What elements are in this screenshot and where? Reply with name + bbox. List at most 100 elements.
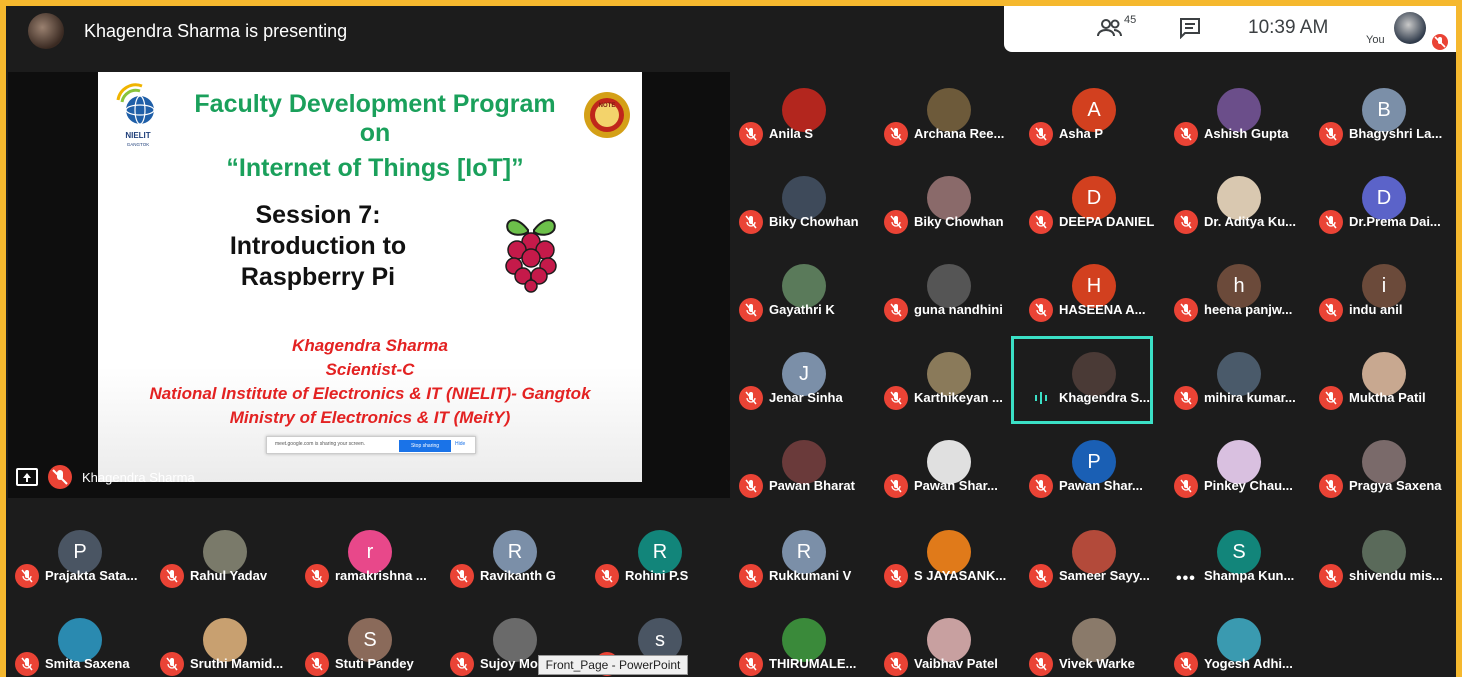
participant-tile[interactable]: Gayathri K — [739, 258, 879, 344]
participant-tile[interactable]: D DEEPA DANIEL — [1029, 170, 1169, 256]
slide-title-line2: on — [359, 119, 391, 147]
author-name: Khagendra Sharma — [292, 336, 448, 355]
participant-name: Dr.Prema Dai... — [1349, 214, 1441, 229]
participant-tile[interactable]: Muktha Patil — [1319, 346, 1456, 432]
mic-off-icon — [160, 564, 184, 588]
participant-tile[interactable]: Anila S — [739, 82, 879, 168]
hide-share-notice-button[interactable]: Hide — [455, 441, 465, 447]
participant-tile[interactable]: Archana Ree... — [884, 82, 1024, 168]
note-logo: NOTE — [582, 88, 632, 142]
participant-tile[interactable]: Sameer Sayy... — [1029, 524, 1169, 610]
participant-name: S JAYASANK... — [914, 568, 1007, 583]
participant-tile[interactable]: R Rukkumani V — [739, 524, 879, 610]
mic-off-icon — [739, 564, 763, 588]
participant-tile[interactable]: B Bhagyshri La... — [1319, 82, 1456, 168]
participant-name: heena panjw... — [1204, 302, 1293, 317]
mic-off-icon — [884, 652, 908, 676]
participant-name: indu anil — [1349, 302, 1403, 317]
you-label: You — [1366, 34, 1385, 46]
participant-tile[interactable]: Vivek Warke — [1029, 612, 1169, 677]
participant-tile[interactable]: shivendu mis... — [1319, 524, 1456, 610]
participant-tile[interactable]: Pinkey Chau... — [1174, 434, 1314, 520]
mic-off-icon — [1319, 298, 1343, 322]
participant-tile[interactable]: h heena panjw... — [1174, 258, 1314, 344]
participant-tile[interactable]: Smita Saxena — [15, 612, 155, 677]
participant-tile[interactable]: R Ravikanth G — [450, 524, 590, 610]
participant-tile[interactable]: guna nandhini — [884, 258, 1024, 344]
raspberry-pi-logo — [498, 210, 564, 294]
participant-name: guna nandhini — [914, 302, 1003, 317]
participant-tile[interactable]: J Jenar Sinha — [739, 346, 879, 432]
mic-off-icon — [1174, 652, 1198, 676]
mic-off-icon — [884, 474, 908, 498]
participant-tile[interactable]: Ashish Gupta — [1174, 82, 1314, 168]
participant-tile[interactable]: Vaibhav Patel — [884, 612, 1024, 677]
participant-name: Pawan Shar... — [1059, 478, 1143, 493]
participant-tile[interactable]: r ramakrishna ... — [305, 524, 445, 610]
mic-off-icon — [1174, 474, 1198, 498]
participant-tile[interactable]: Sruthi Mamid... — [160, 612, 300, 677]
chat-icon[interactable] — [1178, 17, 1202, 40]
participant-name: Biky Chowhan — [769, 214, 859, 229]
top-right-panel: 45 10:39 AM You — [1004, 6, 1456, 52]
participant-tile[interactable]: mihira kumar... — [1174, 346, 1314, 432]
participant-tile[interactable]: P Prajakta Sata... — [15, 524, 155, 610]
participant-name: Pawan Shar... — [914, 478, 998, 493]
participant-tile[interactable]: Karthikeyan ... — [884, 346, 1024, 432]
mic-off-icon — [1319, 386, 1343, 410]
participant-tile[interactable]: Pawan Bharat — [739, 434, 879, 520]
presenter-mic-off-icon — [48, 465, 72, 489]
mic-off-icon — [1029, 122, 1053, 146]
clock: 10:39 AM — [1248, 17, 1329, 38]
more-options-icon[interactable]: ••• — [1176, 570, 1196, 588]
mic-off-icon — [1029, 564, 1053, 588]
participant-tile[interactable]: S ••• Shampa Kun... — [1174, 524, 1314, 610]
participant-tile[interactable]: Pragya Saxena — [1319, 434, 1456, 520]
present-screen-icon — [16, 468, 38, 486]
participant-tile[interactable]: A Asha P — [1029, 82, 1169, 168]
participant-name: Pragya Saxena — [1349, 478, 1442, 493]
participant-name: Biky Chowhan — [914, 214, 1004, 229]
participant-name: THIRUMALE... — [769, 656, 857, 671]
mic-off-icon — [1174, 122, 1198, 146]
mic-off-icon — [884, 386, 908, 410]
mic-off-icon — [1029, 210, 1053, 234]
participant-tile[interactable]: P Pawan Shar... — [1029, 434, 1169, 520]
participant-name: Yogesh Adhi... — [1204, 656, 1293, 671]
mic-off-icon — [739, 210, 763, 234]
presenter-avatar — [28, 13, 64, 49]
slide-author-block: Khagendra Sharma Scientist-C National In… — [98, 334, 642, 430]
participant-tile[interactable]: Yogesh Adhi... — [1174, 612, 1314, 677]
participant-name: Shampa Kun... — [1204, 568, 1295, 583]
participant-name: Dr. Aditya Ku... — [1204, 214, 1296, 229]
participant-tile[interactable]: S Stuti Pandey — [305, 612, 445, 677]
presentation-slide: NIELIT GANGTOK Faculty Development Progr… — [98, 72, 642, 482]
mic-off-icon — [739, 652, 763, 676]
mic-off-icon — [1319, 122, 1343, 146]
mic-off-icon — [15, 652, 39, 676]
participant-name: Jenar Sinha — [769, 390, 843, 405]
stop-sharing-button[interactable]: Stop sharing — [399, 440, 451, 452]
session-title: Session 7: Introduction to Raspberry Pi — [198, 200, 438, 293]
participant-tile[interactable]: i indu anil — [1319, 258, 1456, 344]
participant-tile[interactable]: Rahul Yadav — [160, 524, 300, 610]
participant-tile[interactable]: Pawan Shar... — [884, 434, 1024, 520]
people-icon[interactable] — [1096, 16, 1126, 40]
participant-tile[interactable]: Biky Chowhan — [884, 170, 1024, 256]
mic-off-icon — [739, 298, 763, 322]
participant-tile[interactable]: R Rohini P.S — [595, 524, 735, 610]
mic-off-icon — [1319, 564, 1343, 588]
mic-off-icon — [1319, 210, 1343, 234]
participant-name: Gayathri K — [769, 302, 835, 317]
share-notice-text: meet.google.com is sharing your screen. — [275, 441, 366, 447]
self-avatar[interactable] — [1394, 12, 1426, 44]
participant-tile[interactable]: Biky Chowhan — [739, 170, 879, 256]
participant-tile[interactable]: S JAYASANK... — [884, 524, 1024, 610]
participant-tile[interactable]: THIRUMALE... — [739, 612, 879, 677]
mic-off-icon — [450, 652, 474, 676]
participant-name: Vaibhav Patel — [914, 656, 998, 671]
participant-tile[interactable]: D Dr.Prema Dai... — [1319, 170, 1456, 256]
participant-tile[interactable]: H HASEENA A... — [1029, 258, 1169, 344]
participant-tile[interactable]: Khagendra S... — [1011, 336, 1169, 432]
participant-tile[interactable]: Dr. Aditya Ku... — [1174, 170, 1314, 256]
